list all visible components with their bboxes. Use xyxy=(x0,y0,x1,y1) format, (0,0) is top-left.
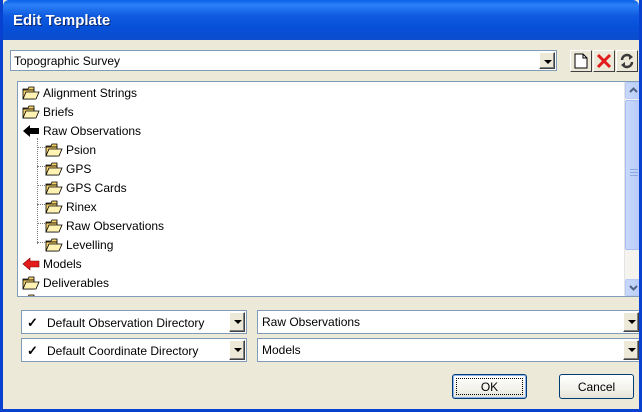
refresh-button[interactable] xyxy=(616,50,638,72)
open-folder-icon xyxy=(45,200,63,214)
scroll-down-button[interactable] xyxy=(625,279,639,296)
tree-item-deliverables[interactable]: Deliverables xyxy=(22,274,109,292)
chevron-down-icon[interactable] xyxy=(229,340,245,360)
tree-item-label: Briefs xyxy=(43,105,74,119)
tree-item-label: Alignment Strings xyxy=(43,86,138,100)
chevron-up-icon xyxy=(629,87,638,93)
cancel-button[interactable]: Cancel xyxy=(559,374,634,399)
setting-label: Default Coordinate Directory xyxy=(47,344,199,358)
tree-item-label: Rinex xyxy=(66,200,97,214)
open-folder-icon xyxy=(28,294,35,296)
template-combobox[interactable]: Topographic Survey xyxy=(10,50,557,71)
tree-scrollbar[interactable] xyxy=(624,82,639,296)
red-arrow-icon xyxy=(22,257,40,271)
tree-item-models[interactable]: Models xyxy=(22,255,82,273)
tree-item-raw-observations[interactable]: Raw Observations xyxy=(22,122,141,140)
ok-button[interactable]: OK xyxy=(452,374,527,399)
tree-item-label: GPS Cards xyxy=(66,181,127,195)
tree-item-label: Deliverables xyxy=(43,276,110,290)
observation-directory-setting[interactable]: ✓ Default Observation Directory xyxy=(21,310,247,334)
chevron-down-icon[interactable] xyxy=(539,52,555,69)
delete-template-button[interactable] xyxy=(593,50,615,72)
delete-x-icon xyxy=(596,53,612,69)
tree-item-raw-observations-sub[interactable]: Raw Observations xyxy=(45,217,164,235)
new-template-button[interactable] xyxy=(570,50,592,72)
setting-label: Default Observation Directory xyxy=(47,316,205,330)
tree-item-partial[interactable] xyxy=(22,292,43,296)
chevron-down-icon[interactable] xyxy=(623,312,639,332)
tree-item-label: Levelling xyxy=(66,238,114,252)
tree-item-alignment-strings[interactable]: Alignment Strings xyxy=(22,84,137,102)
open-folder-icon xyxy=(22,105,40,119)
coordinate-directory-setting[interactable]: ✓ Default Coordinate Directory xyxy=(21,338,247,362)
title-bar[interactable]: Edit Template xyxy=(3,0,639,40)
new-document-icon xyxy=(574,53,588,69)
tree-item-briefs[interactable]: Briefs xyxy=(22,103,74,121)
cancel-button-label: Cancel xyxy=(577,379,616,394)
window-title: Edit Template xyxy=(13,12,111,29)
setting-value: Raw Observations xyxy=(262,315,361,329)
scroll-grip xyxy=(630,169,638,170)
open-folder-icon xyxy=(45,143,63,157)
open-folder-icon xyxy=(22,86,40,100)
refresh-icon xyxy=(620,53,634,69)
tree-item-gps-cards[interactable]: GPS Cards xyxy=(45,179,127,197)
tree-item-gps[interactable]: GPS xyxy=(45,160,91,178)
open-folder-icon xyxy=(45,181,63,195)
chevron-down-icon xyxy=(629,285,638,291)
scroll-grip xyxy=(630,172,638,173)
observation-directory-value-combobox[interactable]: Raw Observations xyxy=(257,310,639,334)
open-folder-icon xyxy=(45,238,63,252)
directory-tree[interactable]: Alignment Strings Briefs Raw Observation… xyxy=(17,81,639,297)
tree-item-label: GPS xyxy=(66,162,92,176)
setting-value: Models xyxy=(262,343,301,357)
coordinate-directory-value-combobox[interactable]: Models xyxy=(257,338,639,362)
scroll-grip xyxy=(630,175,638,176)
tree-guide-line xyxy=(37,138,38,244)
tree-item-label: Psion xyxy=(66,143,97,157)
open-folder-icon xyxy=(45,219,63,233)
scroll-up-button[interactable] xyxy=(625,82,639,99)
tree-item-label: Raw Observations xyxy=(66,219,165,233)
tree-item-rinex[interactable]: Rinex xyxy=(45,198,97,216)
tree-item-label: Models xyxy=(43,257,82,271)
chevron-down-icon[interactable] xyxy=(623,340,639,360)
chevron-down-icon[interactable] xyxy=(229,312,245,332)
check-icon: ✓ xyxy=(27,343,38,358)
tree-item-levelling[interactable]: Levelling xyxy=(45,236,113,254)
tree-item-psion[interactable]: Psion xyxy=(45,141,96,159)
scroll-thumb[interactable] xyxy=(625,100,639,250)
edit-template-dialog: Edit Template Topographic Survey Alignme… xyxy=(0,0,642,412)
open-folder-icon xyxy=(22,276,40,290)
focus-rectangle xyxy=(456,378,523,395)
open-folder-icon xyxy=(45,162,63,176)
tree-item-label: Raw Observations xyxy=(43,124,142,138)
check-icon: ✓ xyxy=(27,315,38,330)
black-arrow-icon xyxy=(23,125,39,137)
template-combobox-value: Topographic Survey xyxy=(14,54,121,68)
